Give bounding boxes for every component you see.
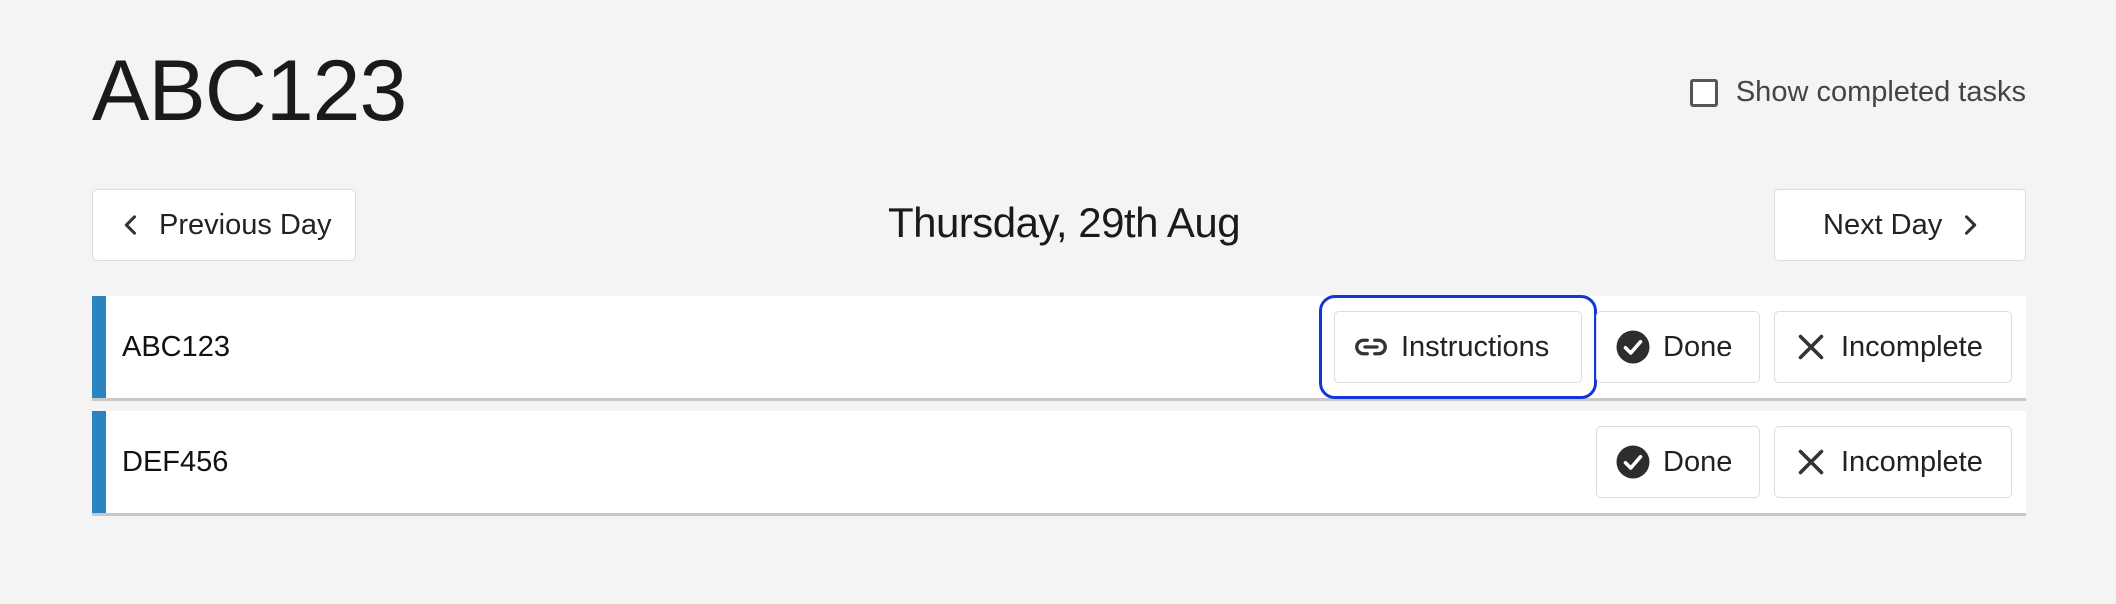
incomplete-label: Incomplete	[1841, 445, 1983, 478]
incomplete-label: Incomplete	[1841, 330, 1983, 363]
chevron-right-icon	[1965, 215, 1977, 235]
incomplete-button[interactable]: Incomplete	[1774, 311, 2012, 383]
header: ABC123 Show completed tasks	[92, 0, 2026, 180]
show-completed-label: Show completed tasks	[1735, 76, 2026, 108]
page-title: ABC123	[92, 43, 407, 139]
task-actions: Done Incomplete	[1596, 426, 2012, 498]
x-icon	[1798, 449, 1824, 475]
done-button[interactable]: Done	[1596, 311, 1760, 383]
show-completed-checkbox[interactable]	[1689, 78, 1718, 107]
task-actions: Instructions Done Incomplete	[1319, 295, 2012, 399]
x-icon	[1798, 334, 1824, 360]
next-day-label: Next Day	[1823, 208, 1943, 241]
task-name: DEF456	[122, 446, 229, 478]
show-completed-toggle[interactable]: Show completed tasks	[1689, 76, 2026, 109]
done-label: Done	[1663, 445, 1733, 478]
task-row: ABC123 Instructions Done Incomplete	[92, 295, 2026, 399]
task-name: ABC123	[122, 331, 231, 363]
incomplete-button[interactable]: Incomplete	[1774, 426, 2012, 498]
done-button[interactable]: Done	[1596, 426, 1760, 498]
task-list: ABC123 Instructions Done Incomplete DEF4…	[92, 295, 2026, 526]
link-icon	[1355, 338, 1387, 356]
check-circle-icon	[1616, 330, 1650, 364]
check-circle-icon	[1616, 445, 1650, 479]
done-label: Done	[1663, 330, 1733, 363]
page: ABC123 Show completed tasks Previous Day…	[92, 0, 2026, 513]
next-day-button[interactable]: Next Day	[1774, 189, 2026, 261]
task-row: DEF456 Done Incomplete	[92, 411, 2026, 513]
instructions-label: Instructions	[1401, 330, 1550, 363]
current-date: Thursday, 29th Aug	[887, 199, 1241, 246]
instructions-button[interactable]: Instructions	[1319, 295, 1597, 399]
day-navigation: Previous Day Thursday, 29th Aug Next Day	[92, 189, 2026, 261]
